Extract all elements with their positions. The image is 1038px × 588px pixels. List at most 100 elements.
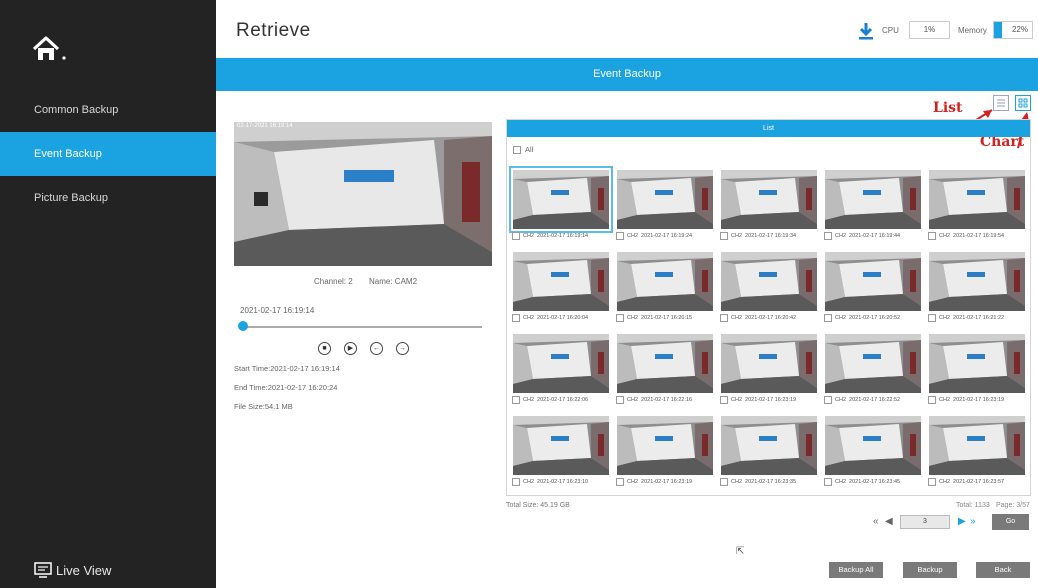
channel-label: Channel: 2 bbox=[314, 277, 353, 286]
thumbnail[interactable] bbox=[617, 252, 713, 311]
thumbnail-checkbox[interactable] bbox=[512, 232, 520, 240]
thumbnail-channel: CH2 bbox=[939, 479, 951, 485]
thumbnail-time: 2021-02-17 16:20:15 bbox=[641, 315, 693, 321]
thumbnail-checkbox[interactable] bbox=[928, 314, 936, 322]
thumbnail[interactable] bbox=[721, 334, 817, 393]
end-time: End Time:2021-02-17 16:20:24 bbox=[234, 383, 338, 392]
thumbnail-image bbox=[825, 170, 921, 229]
thumbnail-checkbox[interactable] bbox=[720, 478, 728, 486]
backup-button[interactable]: Backup bbox=[903, 562, 957, 578]
thumbnail-time: 2021-02-17 16:21:22 bbox=[953, 315, 1005, 321]
last-page-icon[interactable]: » bbox=[970, 517, 976, 527]
thumbnail-checkbox[interactable] bbox=[824, 478, 832, 486]
thumbnail-checkbox[interactable] bbox=[824, 232, 832, 240]
thumbnail[interactable] bbox=[509, 166, 613, 233]
first-page-icon[interactable]: « bbox=[873, 517, 879, 527]
start-time: Start Time:2021-02-17 16:19:14 bbox=[234, 364, 340, 373]
select-all-checkbox[interactable] bbox=[513, 145, 521, 154]
thumbnail-image bbox=[929, 252, 1025, 311]
thumbnail-channel: CH2 bbox=[627, 479, 639, 485]
backup-all-button[interactable]: Backup All bbox=[829, 562, 883, 578]
thumbnail-checkbox[interactable] bbox=[512, 396, 520, 404]
thumbnail[interactable] bbox=[929, 252, 1025, 311]
total-size: Total Size: 45.19 GB bbox=[506, 502, 570, 509]
thumbnail-label: CH2 2021-02-17 16:23:19 bbox=[928, 396, 1030, 404]
thumbnail-time: 2021-02-17 16:23:10 bbox=[537, 479, 589, 485]
sidebar-item-common-backup[interactable]: Common Backup bbox=[0, 88, 216, 132]
rewind-icon[interactable]: ← bbox=[370, 342, 383, 355]
thumbnail-checkbox[interactable] bbox=[720, 314, 728, 322]
download-icon[interactable] bbox=[858, 22, 874, 40]
thumbnail-checkbox[interactable] bbox=[928, 396, 936, 404]
thumbnail-checkbox[interactable] bbox=[512, 314, 520, 322]
prev-page-icon[interactable]: ◀ bbox=[885, 517, 893, 527]
memory-meter: 22% bbox=[993, 21, 1033, 39]
thumbnail[interactable] bbox=[513, 334, 609, 393]
thumbnail-channel: CH2 bbox=[731, 315, 743, 321]
preview-image bbox=[234, 122, 492, 266]
page-indicator: Page: 3/57 bbox=[996, 502, 1030, 509]
live-view-label: Live View bbox=[56, 562, 112, 578]
thumbnail[interactable] bbox=[721, 252, 817, 311]
thumbnail-channel: CH2 bbox=[835, 233, 847, 239]
thumbnail-channel: CH2 bbox=[523, 315, 535, 321]
thumbnail-channel: CH2 bbox=[939, 397, 951, 403]
playback-knob[interactable] bbox=[238, 321, 248, 331]
thumbnail-checkbox[interactable] bbox=[616, 396, 624, 404]
back-button[interactable]: Back bbox=[976, 562, 1030, 578]
thumbnail[interactable] bbox=[929, 170, 1025, 229]
thumbnail-image bbox=[513, 334, 609, 393]
panel-header: List bbox=[507, 120, 1030, 137]
cpu-label: CPU bbox=[882, 26, 899, 35]
thumbnail[interactable] bbox=[513, 416, 609, 475]
thumbnail-image bbox=[513, 170, 609, 229]
home-icon[interactable] bbox=[30, 34, 70, 64]
sidebar: Common Backup Event Backup Picture Backu… bbox=[0, 0, 216, 588]
thumbnail[interactable] bbox=[825, 252, 921, 311]
thumbnail-image bbox=[617, 416, 713, 475]
forward-icon[interactable]: → bbox=[396, 342, 409, 355]
thumbnail-checkbox[interactable] bbox=[512, 478, 520, 486]
thumbnail-label: CH2 2021-02-17 16:19:14 bbox=[512, 232, 614, 240]
thumbnail[interactable] bbox=[929, 416, 1025, 475]
select-all[interactable]: All bbox=[513, 145, 533, 154]
grid-view-icon[interactable] bbox=[1015, 95, 1031, 111]
thumbnail[interactable] bbox=[617, 334, 713, 393]
stop-icon[interactable]: ■ bbox=[318, 342, 331, 355]
thumbnail-time: 2021-02-17 16:23:57 bbox=[953, 479, 1005, 485]
thumbnail-channel: CH2 bbox=[939, 315, 951, 321]
thumbnail-label: CH2 2021-02-17 16:23:19 bbox=[616, 478, 718, 486]
thumbnail-image bbox=[721, 416, 817, 475]
thumbnail[interactable] bbox=[721, 170, 817, 229]
thumbnail-image bbox=[721, 170, 817, 229]
thumbnail-checkbox[interactable] bbox=[616, 478, 624, 486]
playback-track[interactable] bbox=[242, 326, 482, 328]
go-button[interactable]: Go bbox=[992, 514, 1029, 530]
thumbnail-checkbox[interactable] bbox=[824, 396, 832, 404]
page-input[interactable]: 3 bbox=[900, 515, 950, 529]
sidebar-item-picture-backup[interactable]: Picture Backup bbox=[0, 176, 216, 220]
thumbnail-label: CH2 2021-02-17 16:19:54 bbox=[928, 232, 1030, 240]
thumbnail[interactable] bbox=[825, 170, 921, 229]
list-view-icon[interactable] bbox=[993, 95, 1009, 111]
thumbnail[interactable] bbox=[617, 170, 713, 229]
thumbnail-checkbox[interactable] bbox=[720, 396, 728, 404]
play-icon[interactable]: ▶ bbox=[344, 342, 357, 355]
thumbnail[interactable] bbox=[513, 252, 609, 311]
sidebar-item-event-backup[interactable]: Event Backup bbox=[0, 132, 216, 176]
thumbnail[interactable] bbox=[825, 334, 921, 393]
thumbnail[interactable] bbox=[825, 416, 921, 475]
thumbnail-image bbox=[825, 252, 921, 311]
thumbnail[interactable] bbox=[617, 416, 713, 475]
video-preview[interactable]: 02-17-2021 16:19:14 bbox=[234, 122, 492, 266]
thumbnail-checkbox[interactable] bbox=[720, 232, 728, 240]
thumbnail-checkbox[interactable] bbox=[928, 478, 936, 486]
thumbnail-checkbox[interactable] bbox=[616, 314, 624, 322]
thumbnail-checkbox[interactable] bbox=[824, 314, 832, 322]
thumbnail[interactable] bbox=[929, 334, 1025, 393]
next-page-icon[interactable]: ▶ bbox=[958, 517, 966, 527]
thumbnail-checkbox[interactable] bbox=[616, 232, 624, 240]
thumbnail[interactable] bbox=[721, 416, 817, 475]
live-view-button[interactable]: Live View bbox=[34, 562, 111, 578]
thumbnail-checkbox[interactable] bbox=[928, 232, 936, 240]
